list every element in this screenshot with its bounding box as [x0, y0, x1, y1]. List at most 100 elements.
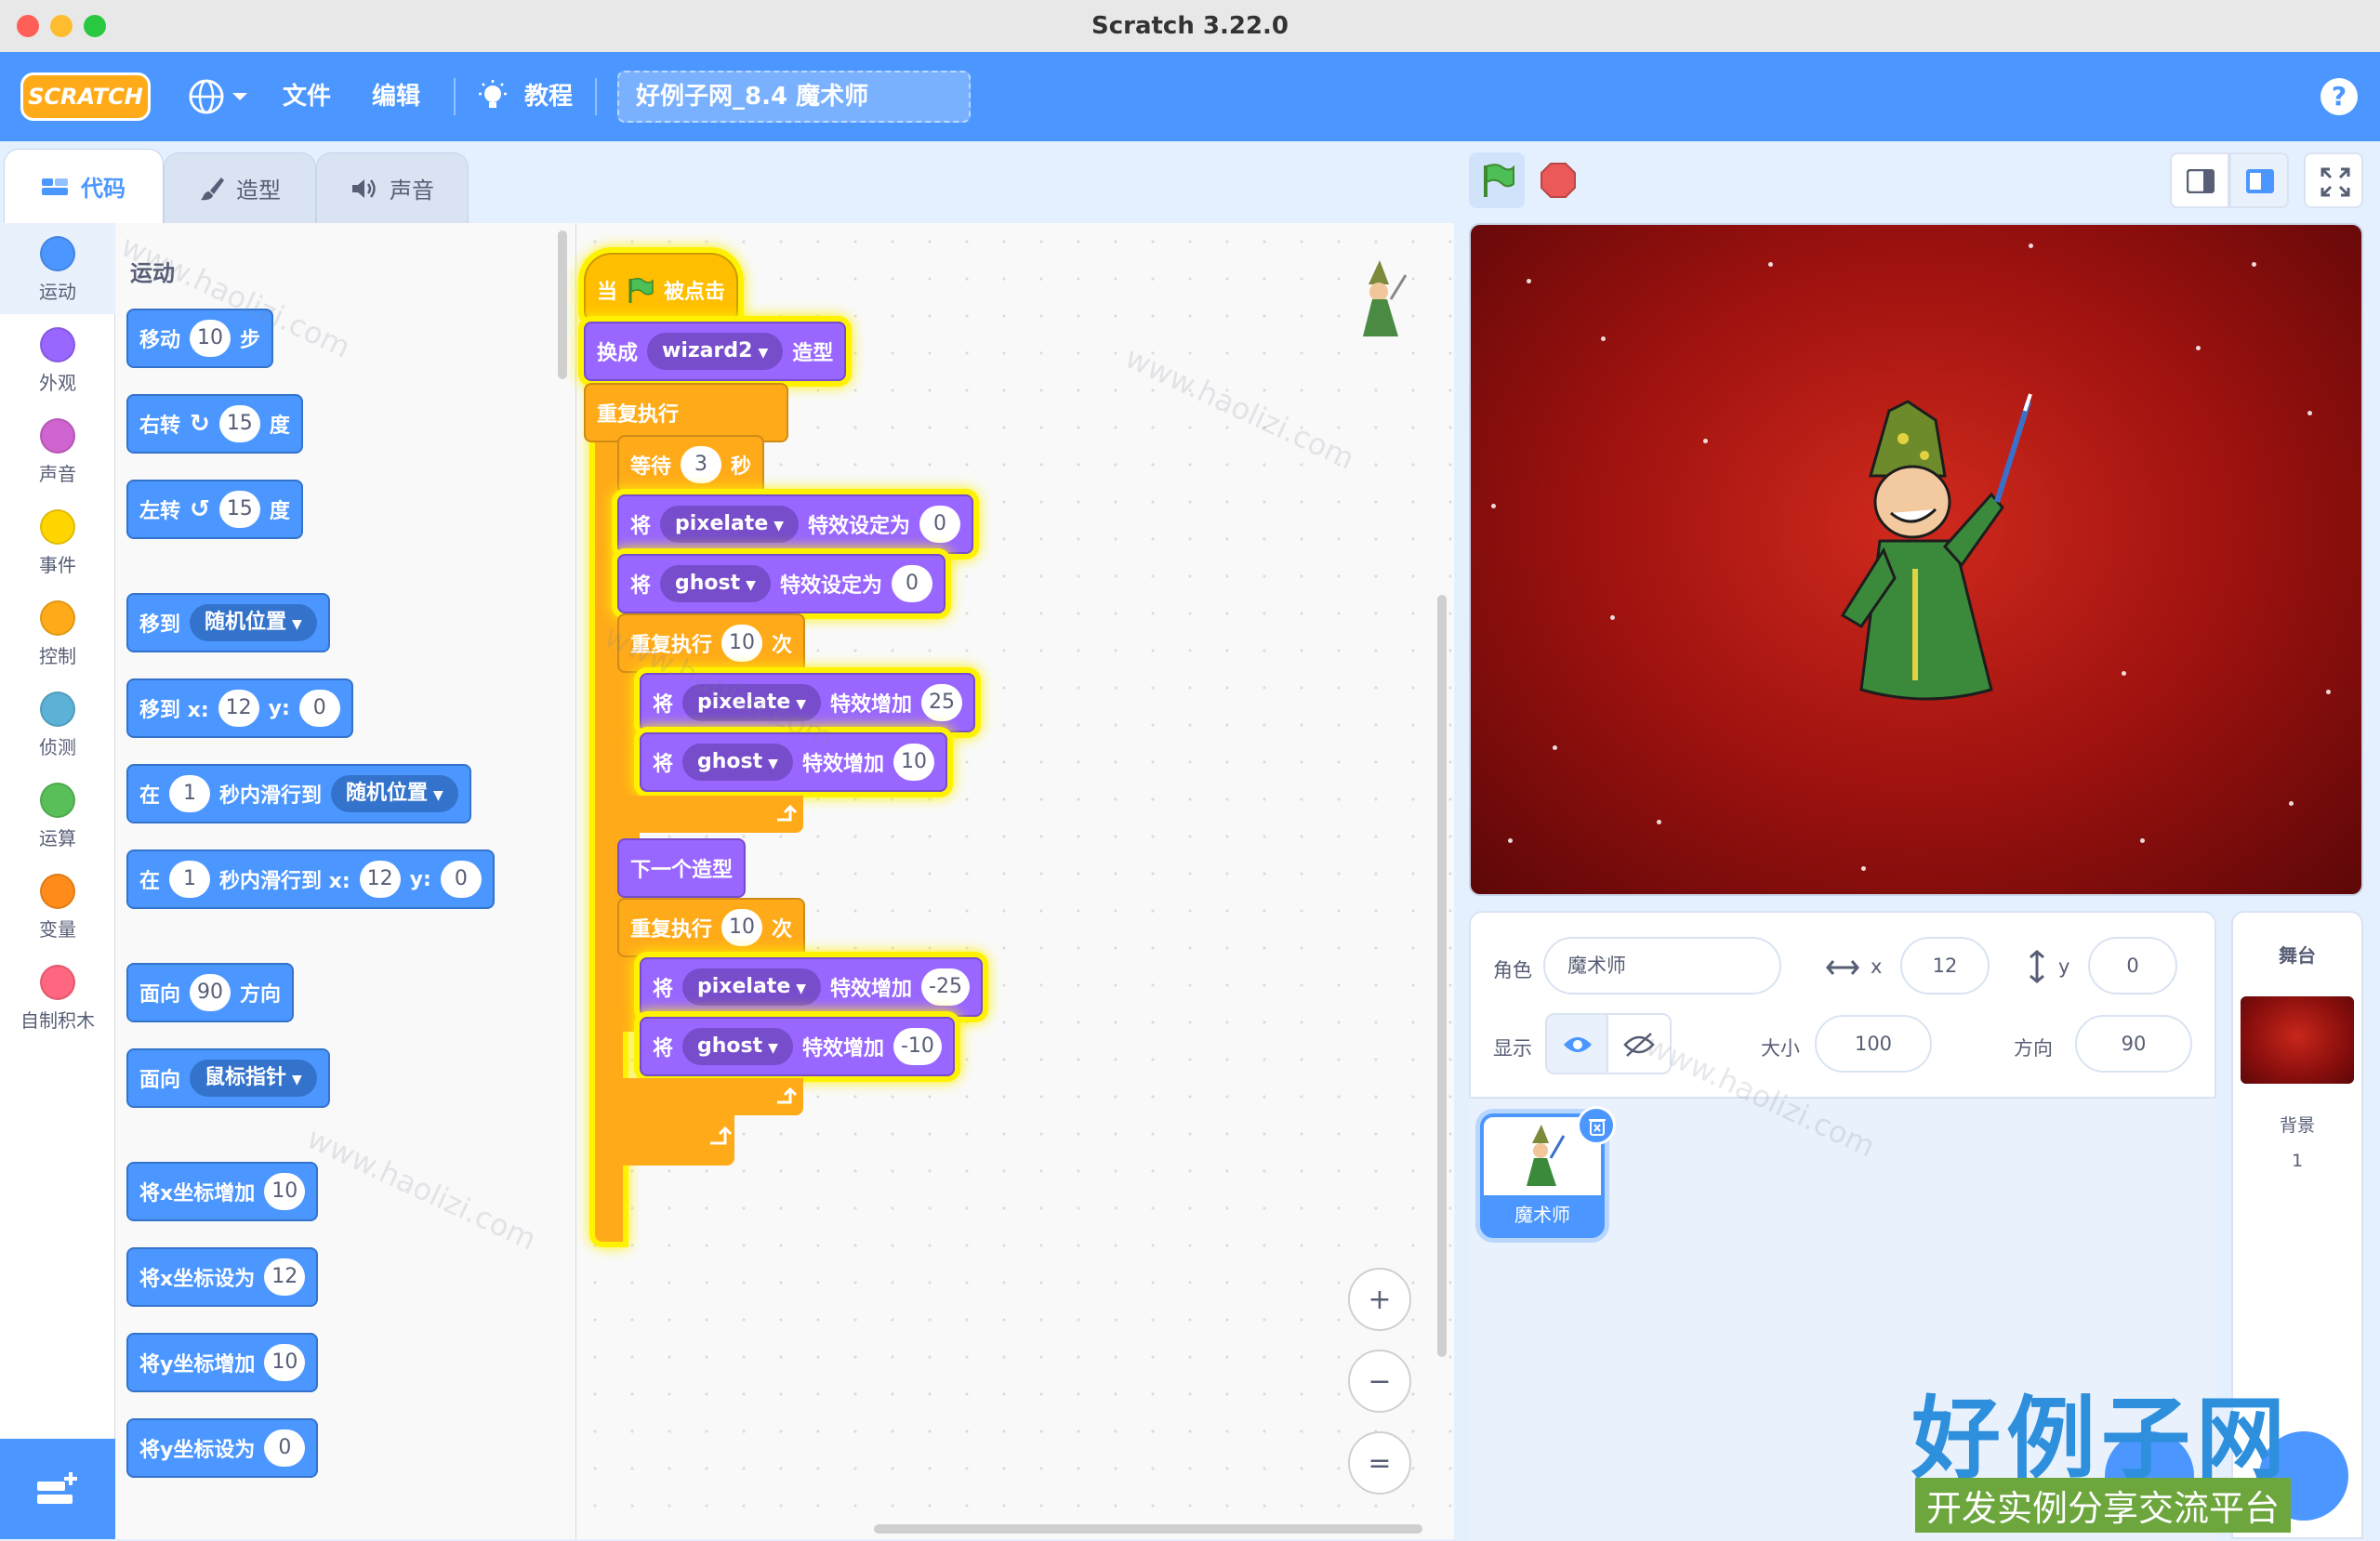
small-stage-button[interactable]: [2170, 152, 2229, 208]
set-effect-block[interactable]: 将 pixelate ▼ 特效设定为 0: [617, 494, 974, 554]
script-workspace[interactable]: 当 被点击 换成 wizard2 ▼ 造型 重复执行 等待 3 秒 将 pixelat…: [576, 223, 1454, 1539]
tab-costumes[interactable]: 造型: [164, 152, 316, 223]
goto-xy-block[interactable]: 移到 x: 12 y: 0: [126, 678, 353, 738]
point-direction-block[interactable]: 面向 90 方向: [126, 963, 295, 1022]
change-y-block[interactable]: 将y坐标增加 10: [126, 1333, 319, 1392]
goto-target-dropdown[interactable]: 随机位置 ▼: [190, 604, 317, 641]
hide-sprite-button[interactable]: [1608, 1013, 1672, 1074]
set-effect-block[interactable]: 将 ghost ▼ 特效设定为 0: [617, 554, 945, 613]
fullscreen-button[interactable]: [2304, 152, 2363, 208]
degrees-input[interactable]: 15: [218, 405, 260, 442]
project-title-input[interactable]: 好例子网_8.4 魔术师: [617, 71, 971, 123]
show-sprite-button[interactable]: [1545, 1013, 1608, 1074]
steps-input[interactable]: 10: [190, 320, 231, 357]
goto-block[interactable]: 移到 随机位置 ▼: [126, 593, 330, 652]
language-menu[interactable]: [186, 76, 251, 117]
zoom-in-button[interactable]: +: [1348, 1268, 1411, 1331]
direction-input[interactable]: 90: [2075, 1015, 2192, 1073]
tab-code[interactable]: 代码: [4, 149, 164, 223]
seconds-input[interactable]: 1: [169, 861, 211, 898]
effect-dropdown[interactable]: pixelate ▼: [682, 684, 822, 721]
category-motion[interactable]: 运动: [0, 223, 115, 314]
category-my-blocks[interactable]: 自制积木: [0, 952, 115, 1043]
towards-dropdown[interactable]: 鼠标指针 ▼: [190, 1060, 317, 1097]
direction-input[interactable]: 90: [190, 974, 231, 1011]
size-input[interactable]: 100: [1815, 1015, 1932, 1073]
tutorials-menu[interactable]: 教程: [476, 52, 578, 141]
category-variables[interactable]: 变量: [0, 861, 115, 952]
repeat-block[interactable]: 重复执行 10 次: [617, 898, 806, 957]
value-input[interactable]: 10: [264, 1173, 306, 1210]
help-button[interactable]: ?: [2320, 78, 2358, 115]
effect-value-input[interactable]: 25: [921, 684, 963, 721]
effect-value-input[interactable]: 0: [891, 565, 932, 602]
value-input[interactable]: 12: [264, 1258, 306, 1296]
effect-value-input[interactable]: -10: [892, 1028, 942, 1065]
category-sensing[interactable]: 侦测: [0, 678, 115, 770]
tab-sounds[interactable]: 声音: [316, 152, 469, 223]
degrees-input[interactable]: 15: [218, 491, 260, 528]
x-input[interactable]: 12: [218, 690, 259, 727]
scratch-logo[interactable]: SCRATCH: [20, 72, 151, 121]
category-operators[interactable]: 运算: [0, 770, 115, 861]
next-costume-block[interactable]: 下一个造型: [617, 838, 747, 898]
green-flag-button[interactable]: [1469, 152, 1525, 208]
workspace-horizontal-scrollbar[interactable]: [874, 1524, 1422, 1534]
wait-block[interactable]: 等待 3 秒: [617, 435, 765, 494]
stop-button[interactable]: [1540, 162, 1577, 199]
repeat-block[interactable]: 重复执行 10 次: [617, 613, 806, 673]
glide-xy-block[interactable]: 在 1 秒内滑行到 x: 12 y: 0: [126, 850, 495, 909]
change-effect-block[interactable]: 将 pixelate ▼ 特效增加 25: [640, 673, 976, 732]
file-menu[interactable]: 文件: [283, 52, 331, 141]
category-looks[interactable]: 外观: [0, 314, 115, 405]
y-input[interactable]: 0: [298, 690, 340, 727]
set-y-block[interactable]: 将y坐标设为 0: [126, 1418, 319, 1478]
turn-right-block[interactable]: 右转 ↻ 15 度: [126, 394, 303, 454]
zoom-out-button[interactable]: −: [1348, 1350, 1411, 1413]
workspace-vertical-scrollbar[interactable]: [1437, 595, 1447, 1357]
change-effect-block[interactable]: 将 pixelate ▼ 特效增加 -25: [640, 957, 983, 1017]
wizard-sprite[interactable]: [1805, 383, 2066, 736]
y-input[interactable]: 0: [440, 861, 482, 898]
x-input[interactable]: 12: [1900, 937, 1990, 994]
edit-menu[interactable]: 编辑: [372, 52, 420, 141]
effect-dropdown[interactable]: pixelate ▼: [682, 968, 822, 1006]
glide-target-dropdown[interactable]: 随机位置 ▼: [331, 775, 458, 812]
forever-block[interactable]: 重复执行: [584, 383, 788, 442]
effect-dropdown[interactable]: ghost ▼: [682, 1028, 793, 1065]
zoom-reset-button[interactable]: =: [1348, 1431, 1411, 1495]
effect-dropdown[interactable]: pixelate ▼: [660, 506, 800, 543]
switch-costume-block[interactable]: 换成 wizard2 ▼ 造型: [584, 322, 847, 381]
repeat-count-input[interactable]: 10: [721, 625, 763, 662]
seconds-input[interactable]: 1: [169, 775, 211, 812]
category-events[interactable]: 事件: [0, 496, 115, 587]
palette-scrollbar[interactable]: [558, 230, 567, 379]
move-steps-block[interactable]: 移动 10 步: [126, 309, 274, 368]
change-effect-block[interactable]: 将 ghost ▼ 特效增加 10: [640, 732, 947, 792]
y-input[interactable]: 0: [2088, 937, 2177, 994]
x-input[interactable]: 12: [359, 861, 401, 898]
category-sound[interactable]: 声音: [0, 405, 115, 496]
category-control[interactable]: 控制: [0, 587, 115, 678]
effect-dropdown[interactable]: ghost ▼: [682, 744, 793, 781]
add-extension-button[interactable]: [0, 1439, 115, 1539]
set-x-block[interactable]: 将x坐标设为 12: [126, 1247, 319, 1307]
turn-left-block[interactable]: 左转 ↺ 15 度: [126, 480, 303, 539]
change-x-block[interactable]: 将x坐标增加 10: [126, 1162, 319, 1221]
change-effect-block[interactable]: 将 ghost ▼ 特效增加 -10: [640, 1017, 955, 1076]
glide-block[interactable]: 在 1 秒内滑行到 随机位置 ▼: [126, 764, 471, 823]
stage-canvas[interactable]: [1469, 223, 2363, 896]
costume-dropdown[interactable]: wizard2 ▼: [647, 333, 784, 370]
when-flag-clicked-block[interactable]: 当 被点击: [584, 253, 739, 320]
effect-value-input[interactable]: 0: [919, 506, 961, 543]
effect-dropdown[interactable]: ghost ▼: [660, 565, 771, 602]
sprite-name-input[interactable]: 魔术师: [1543, 937, 1781, 994]
delete-sprite-button[interactable]: [1577, 1106, 1616, 1145]
seconds-input[interactable]: 3: [681, 446, 722, 483]
repeat-count-input[interactable]: 10: [721, 909, 763, 946]
point-towards-block[interactable]: 面向 鼠标指针 ▼: [126, 1048, 330, 1108]
large-stage-button[interactable]: [2229, 152, 2289, 208]
effect-value-input[interactable]: -25: [921, 968, 970, 1006]
value-input[interactable]: 10: [264, 1344, 306, 1381]
value-input[interactable]: 0: [264, 1429, 306, 1467]
